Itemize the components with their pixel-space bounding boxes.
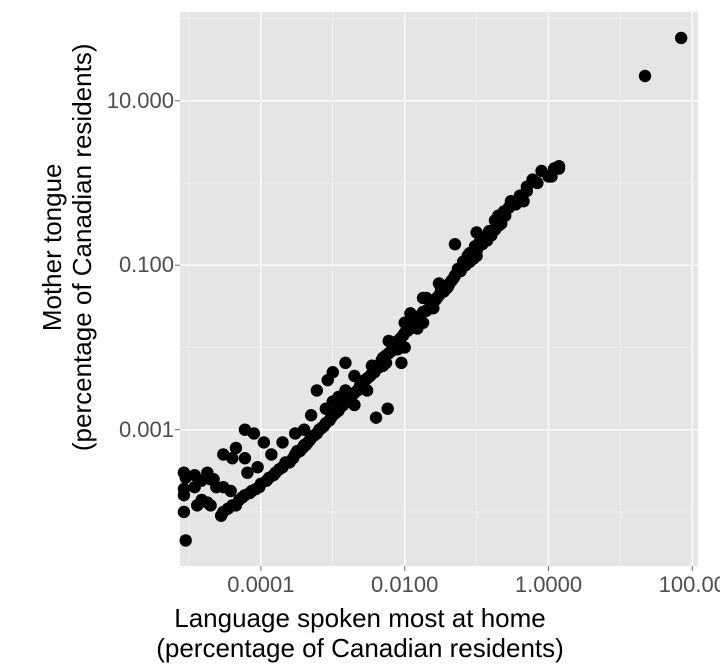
y-tick-label: 0.001 <box>74 417 174 443</box>
x-tick-label: 100.00 <box>659 572 720 598</box>
x-tick-label: 0.0001 <box>227 572 294 598</box>
plot-panel <box>180 12 698 566</box>
y-tick-label: 0.100 <box>74 252 174 278</box>
y-axis-label: Mother tongue(percentage of Canadian res… <box>8 0 128 276</box>
x-axis-label: Language spoken most at home(percentage … <box>0 604 720 664</box>
plot-svg <box>180 12 698 566</box>
x-tick-label: 1.0000 <box>515 572 582 598</box>
x-tick-label: 0.0100 <box>371 572 438 598</box>
y-tick-label: 10.000 <box>74 88 174 114</box>
scatter-chart: Mother tongue(percentage of Canadian res… <box>0 0 720 672</box>
